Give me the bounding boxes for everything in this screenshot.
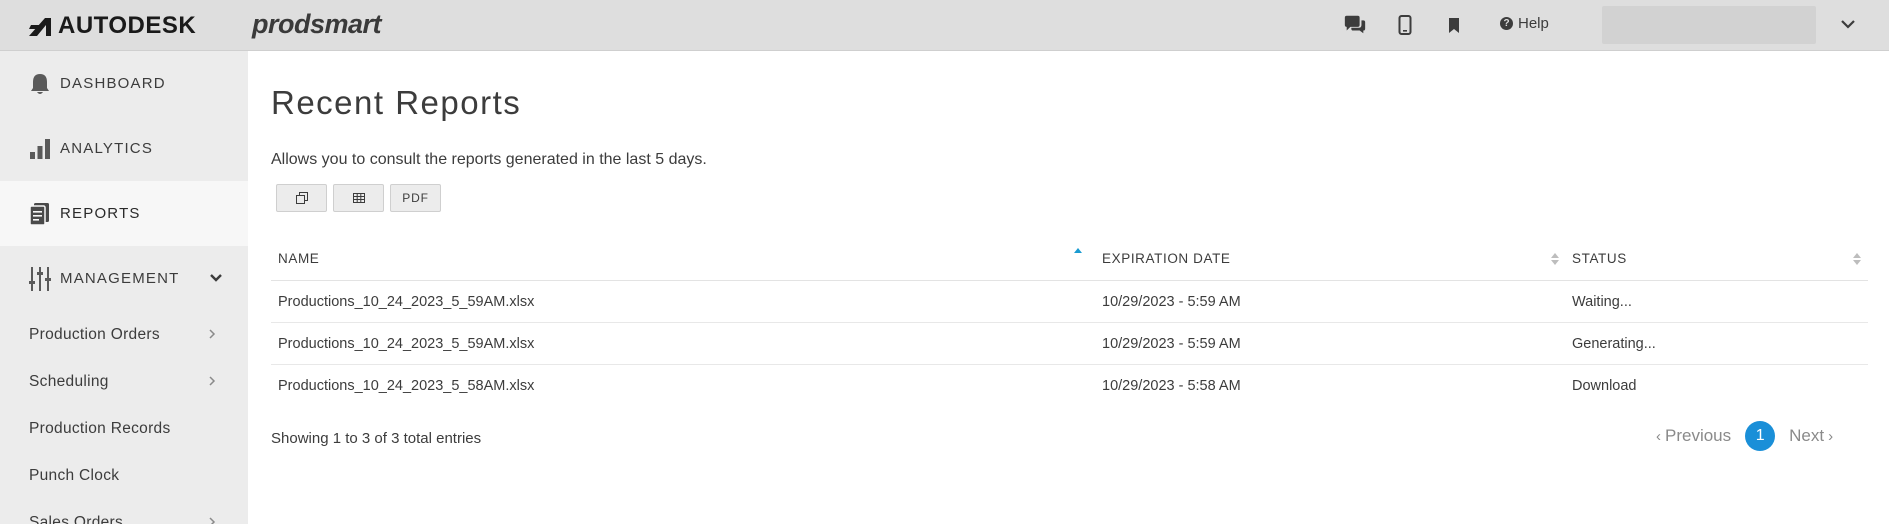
column-header-label: STATUS	[1572, 251, 1627, 266]
previous-label: Previous	[1665, 426, 1732, 445]
product-name[interactable]: prodsmart	[252, 9, 382, 40]
sliders-icon	[28, 266, 52, 292]
sidebar-subitem-label: Production Orders	[29, 325, 160, 343]
autodesk-logo[interactable]: AUTODESK	[28, 12, 196, 40]
sidebar-item-label: REPORTS	[60, 205, 141, 222]
table-row: Productions_10_24_2023_5_58AM.xlsx 10/29…	[271, 365, 1868, 406]
main-content: Recent Reports Allows you to consult the…	[248, 51, 1889, 524]
bell-icon	[28, 71, 52, 97]
sidebar-item-label: DASHBOARD	[60, 75, 166, 92]
sidebar-subitem-production-orders[interactable]: Production Orders	[0, 311, 248, 358]
status-cell: Waiting...	[1572, 293, 1632, 310]
document-icon	[28, 201, 52, 227]
top-bar: AUTODESK prodsmart ? Help	[0, 0, 1889, 51]
sidebar-subitem-sales-orders[interactable]: Sales Orders	[0, 499, 248, 524]
sidebar-subitem-production-records[interactable]: Production Records	[0, 405, 248, 452]
sort-icon	[1551, 253, 1559, 265]
table-header: NAME EXPIRATION DATE STATUS	[271, 237, 1868, 281]
chevron-right-icon	[209, 517, 216, 524]
expiration-date-cell: 10/29/2023 - 5:59 AM	[1102, 335, 1241, 352]
export-toolbar: PDF	[276, 184, 447, 212]
sidebar-subitem-label: Punch Clock	[29, 466, 120, 484]
next-label: Next	[1789, 426, 1825, 445]
chevron-right-icon	[209, 329, 216, 339]
pagination: ‹ Previous 1 Next ›	[1656, 421, 1833, 451]
sidebar-item-label: ANALYTICS	[60, 140, 154, 157]
column-header-name[interactable]: NAME	[278, 237, 1098, 280]
column-header-status[interactable]: STATUS	[1572, 237, 1862, 280]
autodesk-logo-icon	[29, 18, 51, 36]
sidebar-item-label: MANAGEMENT	[60, 270, 180, 287]
chevron-right-icon: ›	[1828, 427, 1834, 445]
expiration-date-cell: 10/29/2023 - 5:59 AM	[1102, 293, 1241, 310]
expiration-date-cell: 10/29/2023 - 5:58 AM	[1102, 377, 1241, 394]
copy-button[interactable]	[276, 184, 327, 212]
page-title: Recent Reports	[271, 84, 522, 121]
sidebar-item-reports[interactable]: REPORTS	[0, 181, 248, 246]
help-label: Help	[1518, 15, 1549, 32]
table-row: Productions_10_24_2023_5_59AM.xlsx 10/29…	[271, 323, 1868, 365]
sidebar-item-management[interactable]: MANAGEMENT	[0, 246, 248, 311]
reports-table: NAME EXPIRATION DATE STATUS Productions_…	[271, 237, 1868, 406]
bookmark-icon[interactable]	[1442, 13, 1466, 37]
next-page-button[interactable]: Next ›	[1789, 426, 1833, 446]
download-link[interactable]: Download	[1572, 365, 1637, 406]
excel-button[interactable]	[333, 184, 384, 212]
status-cell: Generating...	[1572, 335, 1656, 352]
user-menu[interactable]	[1602, 6, 1816, 44]
sort-icon	[1853, 253, 1861, 265]
sidebar-subitem-label: Production Records	[29, 419, 171, 437]
table-info: Showing 1 to 3 of 3 total entries	[271, 430, 482, 447]
page-description: Allows you to consult the reports genera…	[271, 151, 707, 168]
help-icon: ?	[1500, 17, 1513, 30]
sidebar: DASHBOARD ANALYTICS REPORTS MANAGEMENT P…	[0, 51, 248, 524]
page-1-button[interactable]: 1	[1745, 421, 1776, 451]
chevron-down-icon[interactable]	[208, 270, 224, 286]
sidebar-item-analytics[interactable]: ANALYTICS	[0, 116, 248, 181]
column-header-label: NAME	[278, 251, 320, 266]
column-header-label: EXPIRATION DATE	[1102, 251, 1231, 266]
previous-page-button[interactable]: ‹ Previous	[1656, 426, 1731, 446]
sidebar-item-dashboard[interactable]: DASHBOARD	[0, 51, 248, 116]
sidebar-subitem-label: Sales Orders	[29, 513, 124, 524]
chevron-left-icon: ‹	[1656, 427, 1661, 445]
table-row: Productions_10_24_2023_5_59AM.xlsx 10/29…	[271, 281, 1868, 323]
chevron-right-icon	[209, 376, 216, 386]
sidebar-subitem-scheduling[interactable]: Scheduling	[0, 358, 248, 405]
table-icon	[352, 193, 365, 203]
sidebar-subitem-punch-clock[interactable]: Punch Clock	[0, 452, 248, 499]
copy-icon	[295, 192, 308, 204]
chat-icon[interactable]	[1343, 13, 1367, 37]
brand-name: AUTODESK	[58, 12, 197, 39]
pdf-button[interactable]: PDF	[390, 184, 441, 212]
file-name-cell: Productions_10_24_2023_5_59AM.xlsx	[278, 335, 535, 352]
column-header-expiration-date[interactable]: EXPIRATION DATE	[1102, 237, 1572, 280]
mobile-icon[interactable]	[1393, 13, 1417, 37]
file-name-cell: Productions_10_24_2023_5_59AM.xlsx	[278, 293, 535, 310]
chevron-down-icon[interactable]	[1838, 14, 1858, 34]
bar-chart-icon	[28, 136, 52, 162]
sidebar-subitem-label: Scheduling	[29, 372, 109, 390]
file-name-cell: Productions_10_24_2023_5_58AM.xlsx	[278, 377, 535, 394]
help-link[interactable]: ? Help	[1500, 15, 1549, 32]
sort-ascending-icon	[1074, 248, 1082, 253]
